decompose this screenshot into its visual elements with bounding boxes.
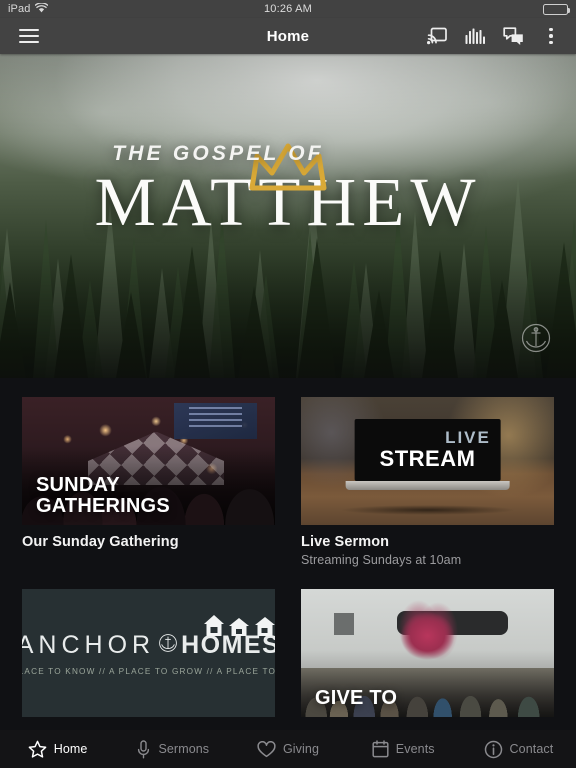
- tab-label: Giving: [282, 742, 320, 756]
- card-overlay-title: SUNDAY GATHERINGS: [36, 473, 170, 517]
- tab-label: Sermons: [158, 742, 210, 756]
- card-subtitle: Streaming Sundays at 10am: [301, 553, 462, 567]
- hero-banner[interactable]: THE GOSPEL OF MATTHEW: [0, 54, 576, 378]
- info-circle-icon: [484, 740, 503, 759]
- livestream-photo: LIVE STREAM: [301, 397, 554, 525]
- card-give-to[interactable]: GIVE TO: [301, 589, 554, 717]
- anchor-homes-wordmark: ANCHOR HOMES: [22, 614, 275, 660]
- card-overlay-title: GIVE TO: [315, 686, 398, 709]
- card-title: Live Sermon: [301, 534, 390, 550]
- card-overlay-line-1: SUNDAY: [36, 473, 120, 496]
- card-sunday-gathering[interactable]: SUNDAY GATHERINGS Our Sunday Gathering: [22, 397, 275, 567]
- overflow-dots-icon[interactable]: [540, 25, 562, 47]
- equalizer-icon[interactable]: [464, 25, 486, 47]
- nav-actions: [426, 25, 566, 47]
- card-live-sermon[interactable]: LIVE STREAM Live Sermon Streaming Sunday…: [301, 397, 554, 567]
- app-root: iPad 10:26 AM Home THE GOSPEL OF MATTHEW…: [0, 0, 576, 768]
- card-thumbnail: SUNDAY GATHERINGS: [22, 397, 275, 525]
- status-bar-clock: 10:26 AM: [263, 3, 313, 15]
- anchor-homes-tagline: A PLACE TO KNOW // A PLACE TO GROW // A …: [22, 666, 275, 676]
- card-thumbnail: GIVE TO: [301, 589, 554, 717]
- building-door: [333, 612, 355, 636]
- status-bar-right: [543, 3, 570, 15]
- hamburger-menu-icon[interactable]: [14, 21, 44, 51]
- chat-bubbles-icon[interactable]: [502, 25, 524, 47]
- laptop-screen: LIVE STREAM: [354, 418, 501, 481]
- tab-events[interactable]: Events: [346, 730, 461, 768]
- anchor-homes-logo: ANCHOR HOMES ACE TO KNOW // A PLACE TO G…: [22, 589, 275, 717]
- content-card-grid: SUNDAY GATHERINGS Our Sunday Gathering L…: [0, 378, 576, 717]
- tab-giving[interactable]: Giving: [230, 730, 345, 768]
- card-thumbnail: ANCHOR HOMES ACE TO KNOW // A PLACE TO G…: [22, 589, 275, 717]
- stage-screen-graphic: [173, 403, 258, 440]
- tab-label: Home: [53, 742, 88, 756]
- tab-sermons[interactable]: Sermons: [115, 730, 230, 768]
- anchor-icon: [157, 632, 179, 659]
- calendar-icon: [372, 740, 389, 758]
- star-icon: [28, 740, 47, 759]
- anchor-homes-word-1: ANCHOR: [22, 630, 156, 659]
- hero-eyebrow: THE GOSPEL OF: [112, 142, 324, 165]
- anchor-logo-icon: [518, 320, 554, 356]
- tab-label: Contact: [509, 742, 554, 756]
- card-title: Our Sunday Gathering: [22, 534, 179, 550]
- laptop-shadow: [338, 504, 517, 515]
- houses-icon: [202, 611, 275, 642]
- card-overlay-line-2: GATHERINGS: [36, 494, 170, 517]
- card-thumbnail: LIVE STREAM: [301, 397, 554, 525]
- livestream-overlay-live: LIVE: [445, 428, 491, 448]
- livestream-overlay-stream: STREAM: [379, 445, 476, 471]
- battery-full-icon: [543, 3, 570, 15]
- laptop-graphic: LIVE STREAM: [345, 418, 510, 490]
- nav-bar: Home: [0, 18, 576, 54]
- laptop-base: [345, 480, 510, 490]
- hero-content: THE GOSPEL OF MATTHEW: [0, 142, 576, 237]
- status-bar: iPad 10:26 AM: [0, 0, 576, 18]
- tab-label: Events: [395, 742, 435, 756]
- heart-icon: [257, 740, 276, 758]
- bottom-tab-bar: Home Sermons Giving Events Contact: [0, 730, 576, 768]
- microphone-icon: [136, 739, 151, 759]
- chromecast-icon[interactable]: [426, 25, 448, 47]
- tab-contact[interactable]: Contact: [461, 730, 576, 768]
- tab-home[interactable]: Home: [0, 730, 115, 768]
- card-anchor-homes[interactable]: ANCHOR HOMES ACE TO KNOW // A PLACE TO G…: [22, 589, 275, 717]
